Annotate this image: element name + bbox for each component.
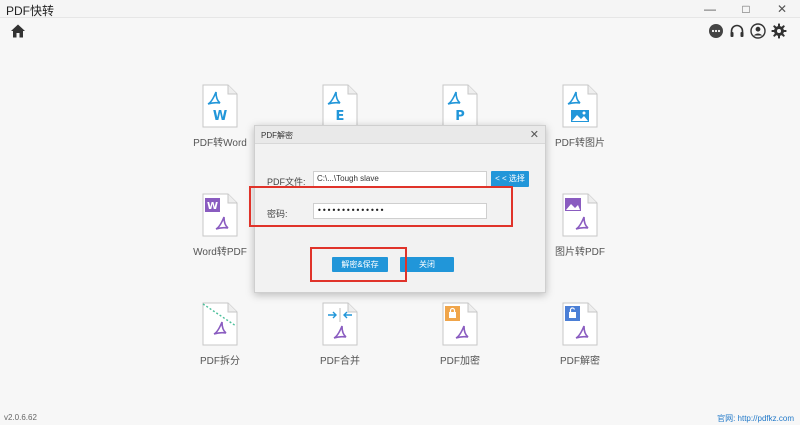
decrypt-doc-icon [562, 302, 598, 346]
word-doc-icon: W [202, 84, 238, 128]
tool-label: PDF合并 [320, 356, 360, 367]
split-doc-icon [202, 302, 238, 346]
merge-doc-icon [322, 302, 358, 346]
dialog-header: PDF解密 ✕ [255, 126, 545, 144]
select-file-button[interactable]: < < 选择 [491, 171, 529, 187]
toolbar [0, 18, 800, 44]
dialog-close-icon[interactable]: ✕ [530, 128, 539, 141]
tool-pdf-merge[interactable]: PDF合并 [295, 302, 385, 382]
excel-doc-icon: E [322, 84, 358, 128]
image-source-doc-icon [562, 193, 598, 237]
app-title: PDF快转 [6, 4, 55, 18]
decrypt-button-highlight-box [310, 247, 407, 282]
tool-image-to-pdf[interactable]: 图片转PDF [535, 193, 625, 273]
minimize-button[interactable]: — [692, 0, 728, 18]
tool-label: PDF解密 [560, 356, 600, 367]
tool-label: 图片转PDF [555, 247, 605, 258]
maximize-button[interactable]: □ [728, 0, 764, 18]
status-footer: v2.0.6.62 官网: http://pdfkz.com [0, 413, 800, 425]
user-icon[interactable] [750, 23, 766, 39]
pdf-file-input[interactable]: C:\...\Tough slave [313, 171, 487, 187]
tool-pdf-to-word[interactable]: W PDF转Word [175, 84, 265, 164]
tool-label: PDF转图片 [555, 138, 605, 149]
close-window-button[interactable]: ✕ [764, 0, 800, 18]
tool-label: PDF拆分 [200, 356, 240, 367]
headset-icon[interactable] [729, 23, 745, 39]
gear-icon[interactable] [771, 23, 787, 39]
svg-text:W: W [207, 201, 218, 212]
tool-label: PDF转Word [193, 138, 247, 149]
home-icon[interactable] [10, 23, 26, 39]
tool-pdf-decrypt[interactable]: PDF解密 [535, 302, 625, 382]
encrypt-doc-icon [442, 302, 478, 346]
tool-pdf-split[interactable]: PDF拆分 [175, 302, 265, 382]
website-link[interactable]: 官网: http://pdfkz.com [717, 413, 794, 424]
dialog-title: PDF解密 [261, 131, 293, 140]
svg-text:E: E [336, 109, 345, 124]
image-doc-icon [562, 84, 598, 128]
tool-label: PDF加密 [440, 356, 480, 367]
tool-label: Word转PDF [193, 247, 247, 258]
close-dialog-button[interactable]: 关闭 [400, 257, 454, 272]
title-bar: PDF快转 — □ ✕ [0, 0, 800, 18]
tool-pdf-to-image[interactable]: PDF转图片 [535, 84, 625, 164]
svg-text:W: W [213, 109, 227, 124]
password-highlight-box [249, 186, 513, 227]
word-source-doc-icon: W [202, 193, 238, 237]
tool-pdf-encrypt[interactable]: PDF加密 [415, 302, 505, 382]
ppt-doc-icon: P [442, 84, 478, 128]
version-label: v2.0.6.62 [4, 413, 37, 422]
svg-text:P: P [455, 109, 465, 124]
chat-icon[interactable] [708, 23, 724, 39]
